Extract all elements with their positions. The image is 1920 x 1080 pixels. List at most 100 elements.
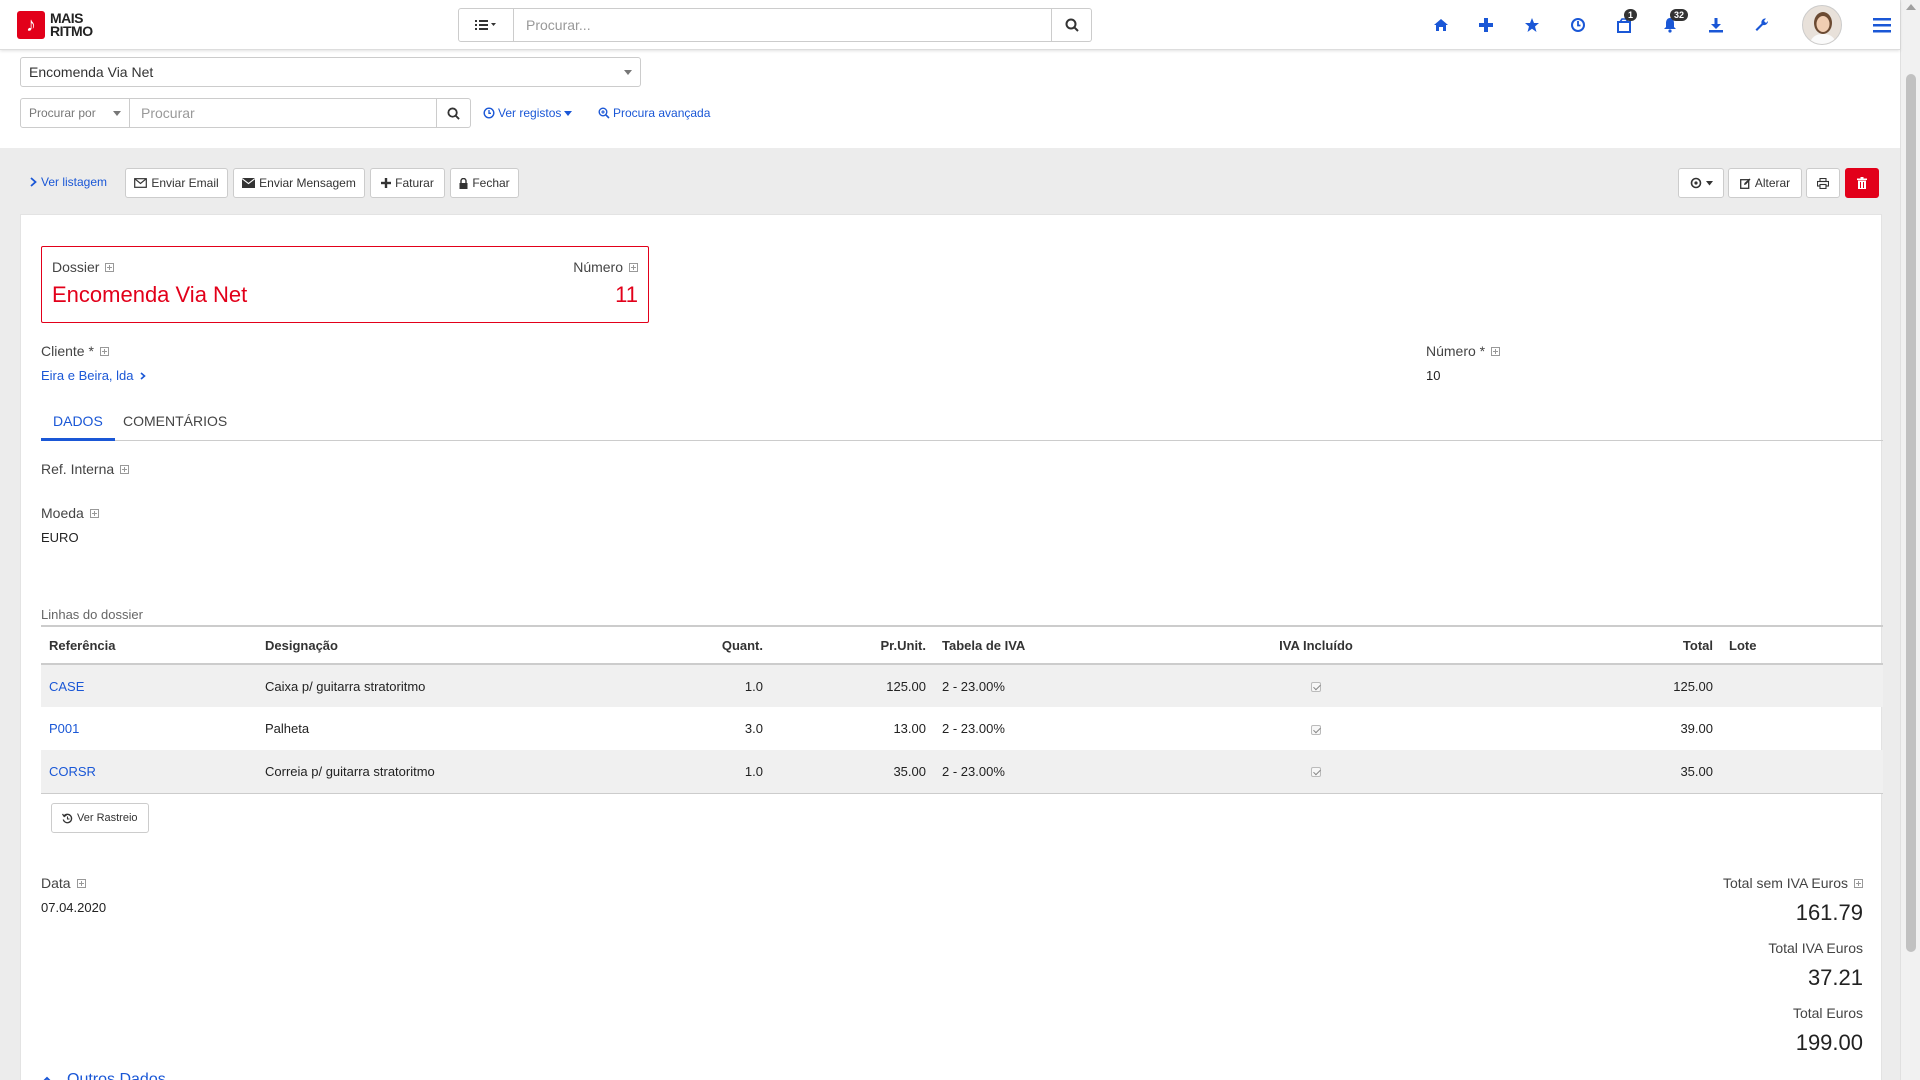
ver-registos-link[interactable]: Ver registos — [483, 106, 573, 120]
enviar-email-button[interactable]: Enviar Email — [125, 168, 228, 198]
tab-dados[interactable]: DADOS — [41, 403, 115, 441]
expand-plus-icon[interactable] — [1491, 346, 1501, 356]
record-tabs: DADOS COMENTÁRIOS — [41, 403, 1883, 441]
ref-interna-label-text: Ref. Interna — [41, 461, 115, 477]
top-navbar: ♪ MAIS RITMO 1 3 — [0, 0, 1900, 50]
expand-plus-icon[interactable] — [89, 508, 99, 518]
total-iva-label: Total IVA Euros — [1768, 940, 1863, 956]
clock-icon[interactable] — [1566, 13, 1590, 37]
col-total: Total — [1436, 626, 1721, 665]
cliente-link[interactable]: Eira e Beira, lda — [41, 368, 146, 383]
table-row[interactable]: CORSR Correia p/ guitarra stratoritmo 1.… — [41, 750, 1883, 793]
total-euros-label-text: Total Euros — [1792, 1005, 1863, 1021]
checkbox-checked-icon — [1311, 682, 1321, 693]
col-quant: Quant. — [667, 626, 771, 665]
plus-icon[interactable] — [1474, 13, 1498, 37]
advanced-search-link[interactable]: Procura avançada — [598, 106, 710, 120]
moeda-label-text: Moeda — [41, 505, 84, 521]
expand-plus-icon[interactable] — [99, 346, 109, 356]
chevron-right-icon — [140, 372, 146, 380]
numero-cliente-label-text: Número * — [1426, 343, 1486, 359]
row-quant: 3.0 — [744, 721, 763, 736]
home-icon[interactable] — [1429, 13, 1453, 37]
bell-icon[interactable]: 32 — [1658, 9, 1689, 37]
ref-link[interactable]: P001 — [49, 721, 79, 736]
data-value: 07.04.2020 — [41, 900, 107, 915]
row-iva-incluido — [1196, 750, 1436, 793]
total-sem-iva-value: 161.79 — [1795, 900, 1863, 925]
tab-comentarios[interactable]: COMENTÁRIOS — [111, 403, 239, 441]
scroll-up-arrow-icon[interactable] — [1906, 4, 1916, 10]
dossier-highlight-box: Dossier Encomenda Via Net Número 11 — [41, 246, 649, 323]
filter-area: Encomenda Via Net Procurar por Ver regis… — [0, 50, 1900, 148]
ref-link[interactable]: CORSR — [49, 764, 96, 779]
expand-plus-icon[interactable] — [120, 464, 130, 474]
expand-plus-icon[interactable] — [76, 878, 86, 888]
box-icon[interactable]: 1 — [1612, 9, 1638, 37]
record-card: Dossier Encomenda Via Net Número 11 Clie… — [20, 214, 1883, 1080]
row-quant: 1.0 — [667, 664, 771, 707]
expand-plus-icon[interactable] — [105, 262, 115, 272]
search-by-value: Procurar por — [29, 106, 96, 120]
search-type-dropdown[interactable] — [458, 8, 514, 42]
clock-icon — [483, 107, 495, 119]
record-search-button[interactable] — [437, 98, 471, 128]
app-logo[interactable]: ♪ MAIS RITMO — [17, 11, 93, 39]
total-sem-iva-label: Total sem IVA Euros — [1723, 875, 1863, 891]
lock-icon — [459, 177, 468, 189]
edit-icon — [1739, 178, 1751, 189]
page-scrollbar[interactable] — [1900, 0, 1920, 1080]
download-icon[interactable] — [1704, 13, 1728, 37]
alterar-button[interactable]: Alterar — [1728, 168, 1802, 198]
ver-registos-label: Ver registos — [498, 106, 562, 120]
numero-cliente-label: Número * — [1426, 343, 1501, 359]
expand-plus-icon[interactable] — [629, 262, 638, 272]
row-ref[interactable]: CORSR — [41, 750, 257, 793]
zoom-icon — [598, 107, 610, 119]
table-row[interactable]: P001 Palheta 3.0 13.00 2 - 23.00% 39.00 — [41, 707, 1883, 750]
options-dropdown-button[interactable] — [1678, 168, 1724, 198]
faturar-label: Faturar — [395, 176, 434, 190]
expand-plus-icon[interactable] — [1854, 878, 1863, 888]
row-ref[interactable]: P001 — [41, 707, 257, 750]
data-label: Data — [41, 875, 86, 891]
numero-cliente-value: 10 — [1426, 368, 1441, 383]
total-euros-label: Total Euros — [1793, 1005, 1863, 1021]
action-toolbar: Ver listagem Enviar Email Enviar Mensage… — [0, 148, 1900, 214]
outros-dados-toggle[interactable]: Outros Dados — [41, 1071, 166, 1080]
wrench-icon[interactable] — [1750, 13, 1774, 37]
ref-link[interactable]: CASE — [49, 679, 84, 694]
col-iva-incluido: IVA Incluído — [1196, 626, 1436, 665]
star-icon[interactable] — [1520, 13, 1544, 37]
enviar-email-label: Enviar Email — [151, 176, 219, 190]
moeda-value: EURO — [41, 530, 79, 545]
dossier-type-select[interactable]: Encomenda Via Net — [20, 57, 641, 87]
enviar-mensagem-button[interactable]: Enviar Mensagem — [233, 168, 365, 198]
user-avatar[interactable] — [1802, 5, 1842, 45]
advanced-search-label: Procura avançada — [613, 106, 711, 120]
search-button[interactable] — [1052, 8, 1092, 42]
ver-rastreio-button[interactable]: Ver Rastreio — [51, 803, 149, 833]
row-ref[interactable]: CASE — [41, 664, 257, 707]
row-total: 39.00 — [1680, 721, 1713, 736]
print-button[interactable] — [1806, 168, 1840, 198]
dossier-lines-table: Referência Designação Quant. Pr.Unit. Ta… — [41, 625, 1883, 794]
delete-button[interactable] — [1845, 168, 1879, 198]
total-iva-value: 37.21 — [1807, 965, 1863, 990]
ver-rastreio-label: Ver Rastreio — [77, 812, 138, 824]
table-row[interactable]: CASE Caixa p/ guitarra stratoritmo 1.0 1… — [41, 664, 1883, 707]
global-search-input[interactable] — [514, 8, 1052, 42]
ver-listagem-link[interactable]: Ver listagem — [30, 175, 107, 189]
faturar-button[interactable]: Faturar — [370, 168, 445, 198]
row-iva: 2 - 23.00% — [934, 750, 1196, 793]
col-referencia: Referência — [41, 626, 257, 665]
total-euros-value: 199.00 — [1795, 1030, 1863, 1055]
chevron-up-icon — [43, 1076, 51, 1080]
col-designacao: Designação — [257, 626, 667, 665]
search-by-select[interactable]: Procurar por — [20, 98, 130, 128]
record-search-input[interactable] — [130, 98, 437, 128]
scroll-thumb[interactable] — [1906, 74, 1916, 952]
hamburger-menu-icon[interactable] — [1870, 13, 1894, 37]
cliente-value: Eira e Beira, lda — [41, 368, 134, 383]
fechar-button[interactable]: Fechar — [450, 168, 519, 198]
